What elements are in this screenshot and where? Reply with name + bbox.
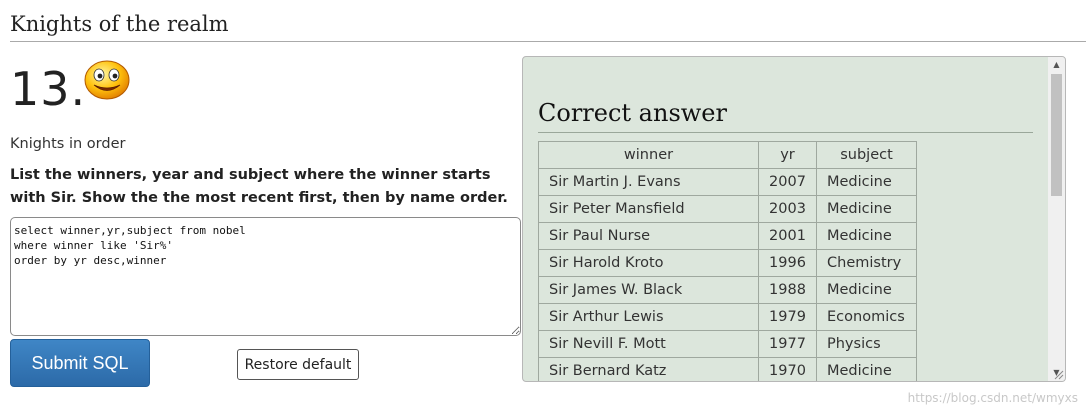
- question-instructions: List the winners, year and subject where…: [10, 167, 508, 206]
- column-header-winner: winner: [538, 141, 759, 169]
- cell-yr: 1988: [758, 276, 817, 304]
- cell-winner: Sir Peter Mansfield: [538, 195, 759, 223]
- table-row: Sir Arthur Lewis 1979 Economics: [538, 303, 917, 331]
- arrow-up-icon[interactable]: ▲: [1048, 57, 1065, 73]
- title-divider: [10, 41, 1086, 42]
- answer-divider: [538, 132, 1033, 133]
- cell-yr: 1970: [758, 357, 817, 381]
- cell-subject: Medicine: [816, 195, 917, 223]
- cell-winner: Sir James W. Black: [538, 276, 759, 304]
- table-row: Sir Nevill F. Mott 1977 Physics: [538, 330, 917, 358]
- cell-yr: 1996: [758, 249, 817, 277]
- smiley-icon: [84, 60, 130, 100]
- cell-subject: Economics: [816, 303, 917, 331]
- section-title: Knights of the realm: [10, 12, 229, 36]
- table-row: Sir Harold Kroto 1996 Chemistry: [538, 249, 917, 277]
- question-subheading: Knights in order: [10, 136, 126, 152]
- cell-winner: Sir Harold Kroto: [538, 249, 759, 277]
- submit-sql-button[interactable]: Submit SQL: [10, 339, 150, 387]
- cell-subject: Chemistry: [816, 249, 917, 277]
- cell-yr: 1977: [758, 330, 817, 358]
- column-header-yr: yr: [758, 141, 817, 169]
- table-row: Sir Bernard Katz 1970 Medicine: [538, 357, 917, 381]
- cell-yr: 1979: [758, 303, 817, 331]
- cell-winner: Sir Martin J. Evans: [538, 168, 759, 196]
- cell-subject: Medicine: [816, 357, 917, 381]
- question-number: 13.: [10, 62, 87, 116]
- resize-grip-icon[interactable]: [1052, 368, 1064, 380]
- cell-winner: Sir Paul Nurse: [538, 222, 759, 250]
- table-row: Sir Martin J. Evans 2007 Medicine: [538, 168, 917, 196]
- cell-yr: 2007: [758, 168, 817, 196]
- table-row: Sir James W. Black 1988 Medicine: [538, 276, 917, 304]
- cell-yr: 2003: [758, 195, 817, 223]
- cell-winner: Sir Bernard Katz: [538, 357, 759, 381]
- cell-subject: Physics: [816, 330, 917, 358]
- cell-subject: Medicine: [816, 276, 917, 304]
- cell-subject: Medicine: [816, 222, 917, 250]
- scroll-thumb[interactable]: [1051, 74, 1062, 196]
- restore-default-button[interactable]: Restore default: [237, 349, 359, 380]
- column-header-subject: subject: [816, 141, 917, 169]
- table-header-row: winner yr subject: [538, 141, 917, 169]
- sql-editor[interactable]: select winner,yr,subject from nobel wher…: [10, 217, 521, 336]
- cell-winner: Sir Arthur Lewis: [538, 303, 759, 331]
- answer-scrollbar[interactable]: ▲ ▼: [1048, 57, 1065, 381]
- table-row: Sir Paul Nurse 2001 Medicine: [538, 222, 917, 250]
- table-row: Sir Peter Mansfield 2003 Medicine: [538, 195, 917, 223]
- cell-yr: 2001: [758, 222, 817, 250]
- answer-title: Correct answer: [538, 99, 727, 127]
- cell-subject: Medicine: [816, 168, 917, 196]
- cell-winner: Sir Nevill F. Mott: [538, 330, 759, 358]
- correct-answer-panel[interactable]: Correct answer winner yr subject Sir Mar…: [522, 56, 1066, 382]
- answer-table: winner yr subject Sir Martin J. Evans 20…: [538, 141, 917, 381]
- watermark: https://blog.csdn.net/wmyxs: [907, 391, 1078, 405]
